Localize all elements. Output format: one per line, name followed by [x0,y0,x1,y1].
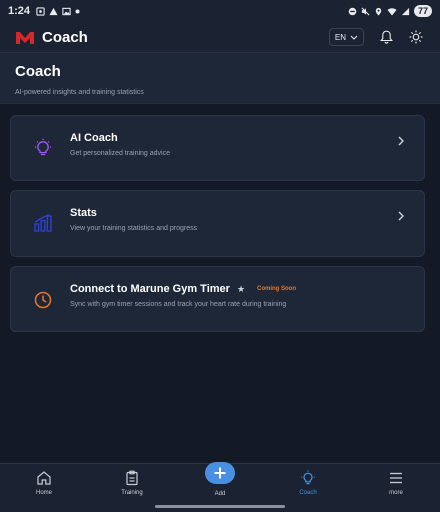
lightbulb-icon [35,138,51,156]
nav-item-more[interactable]: more [366,470,426,500]
nav-item-training[interactable]: Training [102,470,162,500]
language-label: EN [334,32,346,42]
coming-soon-badge: Coming Soon [257,286,297,292]
nav-item-home[interactable]: Home [14,470,74,500]
bar-chart-icon [34,213,52,232]
nav-label-home: Home [35,490,52,496]
bell-icon [379,30,393,44]
chevron-right-icon [398,136,404,146]
app-logo-icon [16,32,34,44]
image-icon [62,7,71,15]
signal-icon [401,7,410,15]
notifications-button[interactable] [378,29,394,45]
plus-icon [214,467,226,479]
nav-label-more: more [389,490,403,496]
dot-icon [75,9,80,13]
app-header: Coach EN [0,22,440,52]
gesture-bar[interactable] [155,505,285,508]
screenshot-icon [36,6,45,16]
clipboard-icon [126,470,138,486]
system-icons: 77 [348,5,432,17]
status-time: 1:24 [8,5,31,17]
notification-icons [36,6,80,16]
status-bar: 1:24 77 [0,0,440,22]
sun-icon [409,30,423,44]
ai-coach-title: AI Coach [70,132,118,144]
clock-icon [34,291,52,309]
star-icon: ★ [236,283,246,294]
nav-label-training: Training [121,490,143,496]
chevron-down-icon [350,35,358,40]
gym-timer-description: Sync with gym timer sessions and track y… [70,301,287,308]
chevron-right-icon [398,211,404,221]
add-button[interactable] [205,462,235,484]
page-title: Coach [15,63,61,80]
warning-icon [49,7,58,15]
gym-timer-title: Connect to Marune Gym Timer [70,283,230,295]
page-subtitle: AI-powered insights and training statist… [15,89,144,96]
dnd-icon [348,7,357,15]
stats-description: View your training statistics and progre… [70,225,198,232]
nav-label-add: Add [214,491,226,497]
battery-indicator: 77 [413,5,432,17]
mute-icon [361,7,370,15]
app-title: Coach [42,28,88,46]
stats-card[interactable]: Stats View your training statistics and … [10,190,425,257]
home-icon [37,471,51,485]
nav-label-coach: Coach [299,490,317,496]
language-selector[interactable]: EN [328,28,364,46]
lightbulb-icon [301,470,315,485]
page-header: Coach AI-powered insights and training s… [0,52,440,104]
ai-coach-description: Get personalized training advice [70,150,171,157]
menu-icon [390,472,402,484]
stats-title: Stats [70,207,97,219]
location-icon [375,7,382,16]
gym-timer-card[interactable]: Connect to Marune Gym Timer ★ Coming Soo… [10,266,425,332]
ai-coach-card[interactable]: AI Coach Get personalized training advic… [10,115,425,181]
wifi-icon [387,7,397,15]
theme-toggle-button[interactable] [408,29,424,45]
nav-item-coach[interactable]: Coach [278,470,338,500]
